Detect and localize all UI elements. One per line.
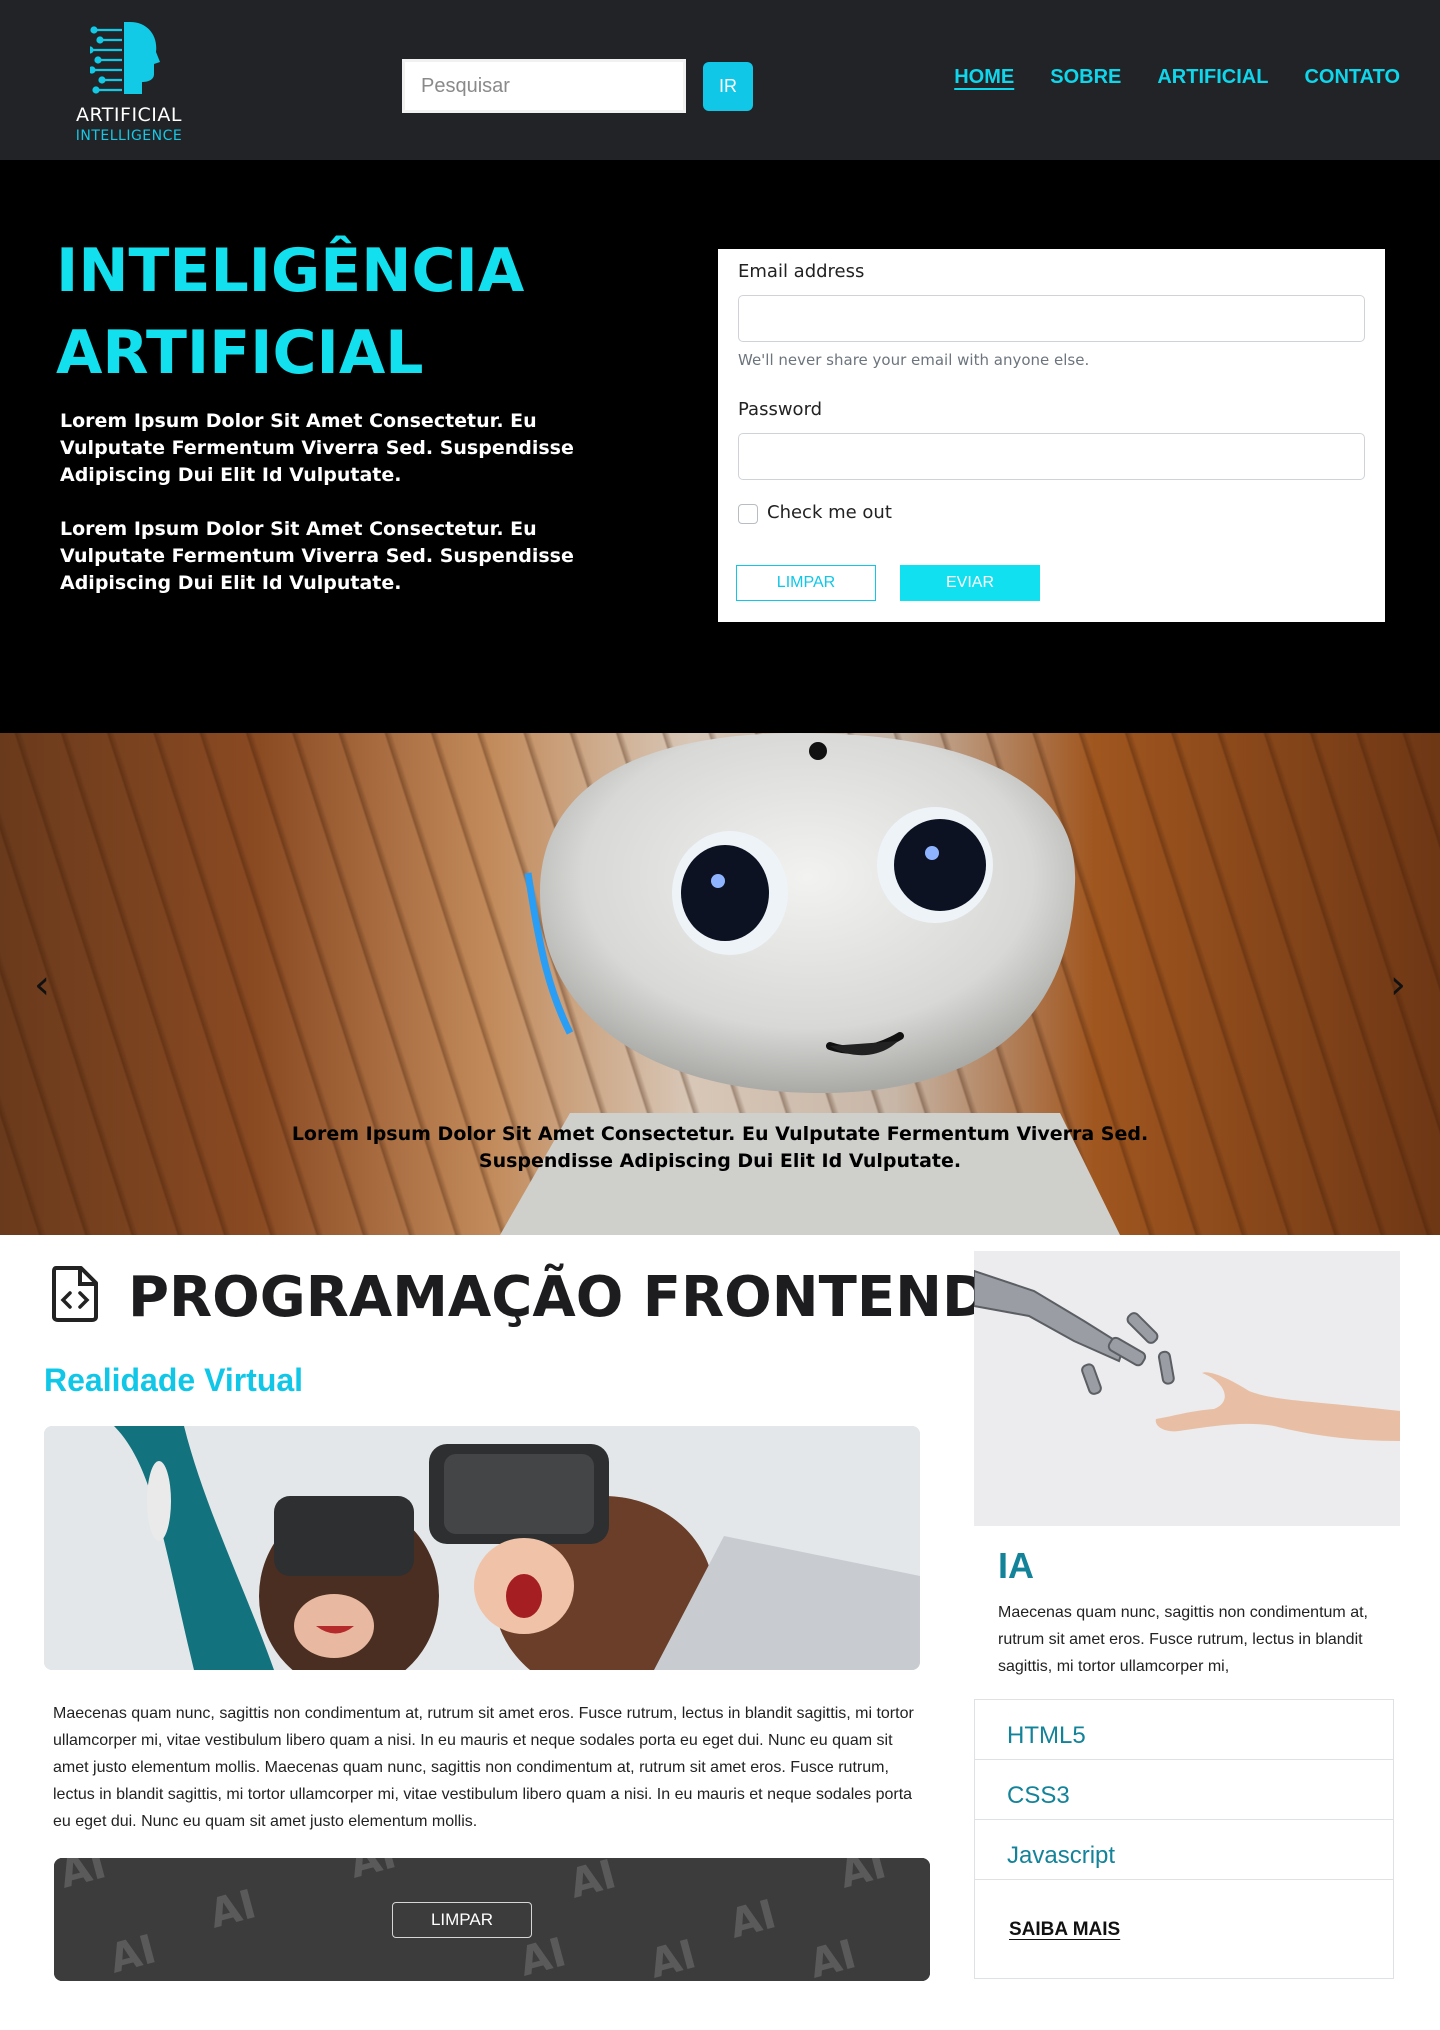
robot-hand-photo <box>974 1251 1400 1526</box>
sub-title: Realidade Virtual <box>44 1362 304 1398</box>
banner-clear-button[interactable]: LIMPAR <box>392 1902 532 1938</box>
section-title: PROGRAMAÇÃO FRONTEND <box>128 1265 989 1330</box>
card-text: Maecenas quam nunc, sagittis non condime… <box>998 1604 1368 1675</box>
navbar: ARTIFICIAL INTELLIGENCE IR HOME SOBRE AR… <box>0 0 1440 160</box>
ai-head-logo-icon <box>90 22 160 94</box>
nav-item-sobre[interactable]: SOBRE <box>1050 66 1121 89</box>
chevron-left-icon[interactable]: ‹ <box>22 965 62 1005</box>
tech-list: HTML5 CSS3 Javascript <box>974 1699 1394 1880</box>
list-item-css3[interactable]: CSS3 <box>975 1760 1393 1820</box>
vr-headset-photo <box>44 1426 920 1670</box>
logo-text-artificial: ARTIFICIAL <box>75 104 182 126</box>
logo-text-intelligence: INTELLIGENCE <box>75 128 183 144</box>
ai-banner: AI AI AI AI AI AI AI AI AI AI LIMPAR <box>54 1858 930 1981</box>
file-code-icon <box>52 1266 98 1322</box>
password-field[interactable] <box>738 433 1365 480</box>
password-label: Password <box>738 399 823 420</box>
email-field[interactable] <box>738 295 1365 342</box>
list-item-html5[interactable]: HTML5 <box>975 1700 1393 1760</box>
email-label: Email address <box>738 261 865 282</box>
saiba-mais-link[interactable]: SAIBA MAIS <box>1009 1919 1120 1941</box>
hero-title: INTELIGÊNCIA ARTIFICIAL <box>56 236 525 388</box>
hero-section: INTELIGÊNCIA ARTIFICIAL Lorem Ipsum Dolo… <box>0 160 1440 733</box>
search-input[interactable] <box>402 59 686 113</box>
list-item-javascript[interactable]: Javascript <box>975 1820 1393 1880</box>
login-form: Email address We'll never share your ema… <box>718 249 1385 622</box>
check-me-out-label[interactable]: Check me out <box>767 502 892 523</box>
main-paragraph: Maecenas quam nunc, sagittis non condime… <box>53 1705 914 1830</box>
nav-item-contato[interactable]: CONTATO <box>1304 66 1400 89</box>
carousel-caption: Lorem Ipsum Dolor Sit Amet Consectetur. … <box>291 1123 1149 1172</box>
brand-logo[interactable]: ARTIFICIAL INTELLIGENCE <box>64 18 194 146</box>
main-nav: HOME SOBRE ARTIFICIAL CONTATO <box>954 66 1400 89</box>
chevron-right-icon[interactable]: › <box>1378 965 1418 1005</box>
hero-paragraph: Lorem Ipsum Dolor Sit Amet Consectetur. … <box>60 410 574 486</box>
card-footer: SAIBA MAIS <box>974 1879 1394 1979</box>
ia-card: IA Maecenas quam nunc, sagittis non cond… <box>974 1251 1400 1979</box>
search-button[interactable]: IR <box>703 62 753 111</box>
card-title: IA <box>998 1545 1034 1586</box>
clear-button[interactable]: LIMPAR <box>736 565 876 601</box>
nav-item-artificial[interactable]: ARTIFICIAL <box>1157 66 1268 89</box>
submit-button[interactable]: EVIAR <box>900 565 1040 601</box>
image-carousel: ‹ › Lorem Ipsum Dolor Sit Amet Consectet… <box>0 733 1440 1235</box>
email-help-text: We'll never share your email with anyone… <box>738 351 1090 369</box>
check-me-out-checkbox[interactable] <box>738 504 758 524</box>
hero-paragraph: Lorem Ipsum Dolor Sit Amet Consectetur. … <box>60 518 574 594</box>
nav-item-home[interactable]: HOME <box>954 66 1014 89</box>
